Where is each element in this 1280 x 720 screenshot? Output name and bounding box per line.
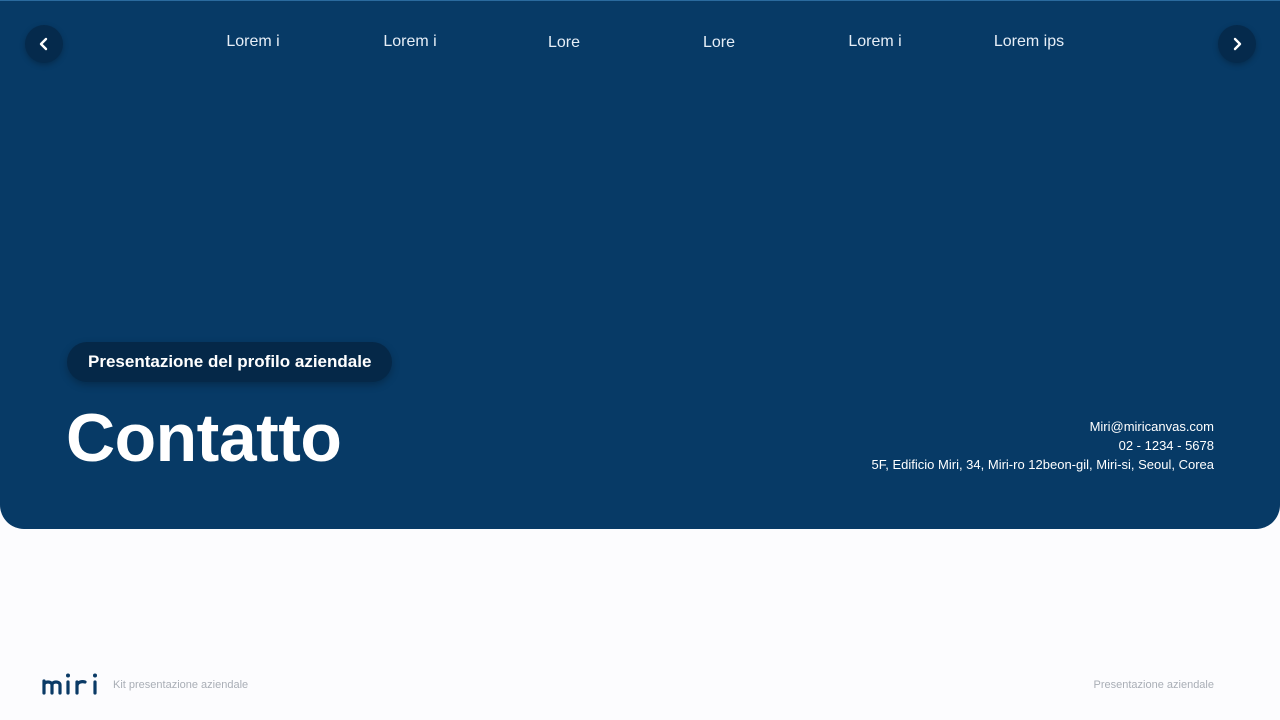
footer-presentation-label: Presentazione aziendale <box>1093 679 1214 691</box>
next-slide-button[interactable] <box>1218 25 1256 63</box>
tab-4[interactable]: Lore <box>703 34 735 52</box>
tab-6[interactable]: Lorem ips <box>994 33 1064 51</box>
contact-phone: 02 - 1234 - 5678 <box>1118 438 1214 453</box>
tab-2[interactable]: Lorem i <box>383 33 436 51</box>
chevron-right-icon <box>1233 37 1242 51</box>
page-title: Contatto <box>66 400 342 476</box>
section-pill: Presentazione del profilo aziendale <box>67 342 393 382</box>
hero-banner: Lorem i Lorem i Lore Lore Lorem i Lorem … <box>0 0 1280 529</box>
tab-3[interactable]: Lore <box>548 34 580 52</box>
tab-1[interactable]: Lorem i <box>226 33 279 51</box>
footer-kit-label: Kit presentazione aziendale <box>113 679 249 691</box>
contact-email: Miri@miricanvas.com <box>1089 419 1214 434</box>
tab-5[interactable]: Lorem i <box>848 33 901 51</box>
miri-logo <box>42 673 97 695</box>
contact-info: Miri@miricanvas.com 02 - 1234 - 5678 5F,… <box>872 417 1214 474</box>
nav-tabs: Lorem i Lorem i Lore Lore Lorem i Lorem … <box>0 33 1280 57</box>
contact-address: 5F, Edificio Miri, 34, Miri-ro 12beon-gi… <box>871 457 1214 472</box>
